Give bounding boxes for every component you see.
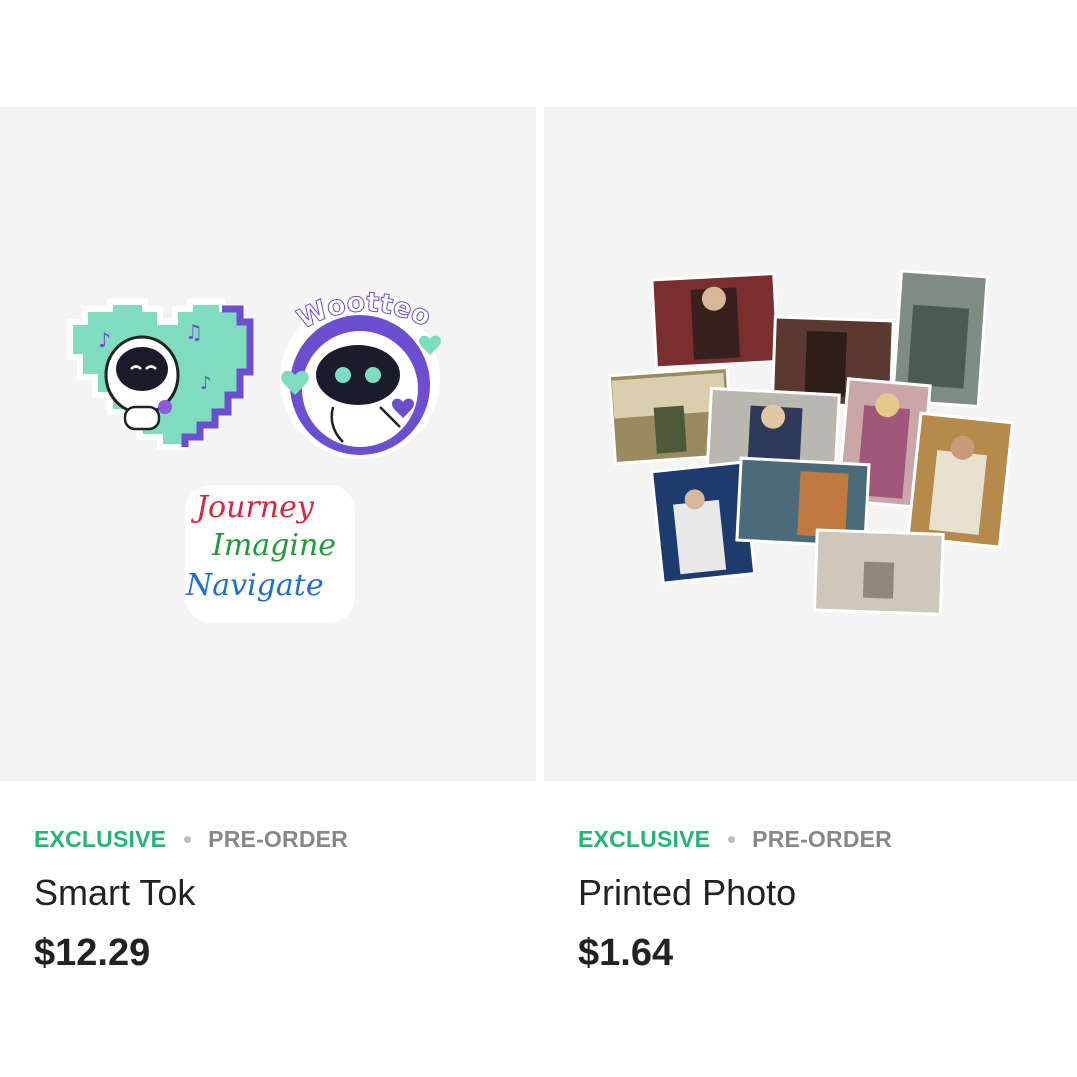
script-line-journey: Journey xyxy=(190,490,315,525)
product-tags: EXCLUSIVE PRE-ORDER xyxy=(34,826,536,852)
exclusive-badge: EXCLUSIVE xyxy=(578,825,711,852)
product-name[interactable]: Printed Photo xyxy=(578,872,1077,914)
product-card-smart-tok[interactable]: ♪ ♫ ♪ Wootteo Journey Imagine Navigate E… xyxy=(0,107,536,975)
product-card-printed-photo[interactable]: EXCLUSIVE PRE-ORDER Printed Photo $1.64 xyxy=(544,107,1077,975)
tag-separator-dot xyxy=(184,835,192,843)
preorder-badge: PRE-ORDER xyxy=(752,825,892,852)
product-price: $12.29 xyxy=(34,932,151,974)
exclusive-badge: EXCLUSIVE xyxy=(34,825,167,852)
pixel-heart-sticker: ♪ ♫ ♪ xyxy=(67,299,254,450)
svg-text:♪: ♪ xyxy=(98,328,111,352)
product-image-printed-photo[interactable] xyxy=(544,107,1077,781)
product-name[interactable]: Smart Tok xyxy=(34,872,536,914)
svg-text:♫: ♫ xyxy=(185,320,203,344)
product-tags: EXCLUSIVE PRE-ORDER xyxy=(578,826,1077,852)
script-line-navigate: Navigate xyxy=(185,568,324,603)
preorder-badge: PRE-ORDER xyxy=(208,825,348,852)
product-info: EXCLUSIVE PRE-ORDER Smart Tok $12.29 xyxy=(0,826,536,975)
smart-tok-illustration: ♪ ♫ ♪ Wootteo Journey Imagine Navigate xyxy=(67,286,441,623)
printed-photo-collage xyxy=(607,269,1015,616)
script-line-imagine: Imagine xyxy=(211,528,336,563)
wootteo-sticker: Wootteo xyxy=(280,286,441,459)
product-image-smart-tok[interactable]: ♪ ♫ ♪ Wootteo Journey Imagine Navigate xyxy=(0,107,536,781)
script-text-sticker: Journey Imagine Navigate xyxy=(185,485,355,623)
product-info: EXCLUSIVE PRE-ORDER Printed Photo $1.64 xyxy=(544,826,1077,975)
tag-separator-dot xyxy=(728,835,736,843)
product-price: $1.64 xyxy=(578,932,674,974)
svg-text:♪: ♪ xyxy=(200,373,212,394)
photo-card-stack xyxy=(607,269,1015,616)
